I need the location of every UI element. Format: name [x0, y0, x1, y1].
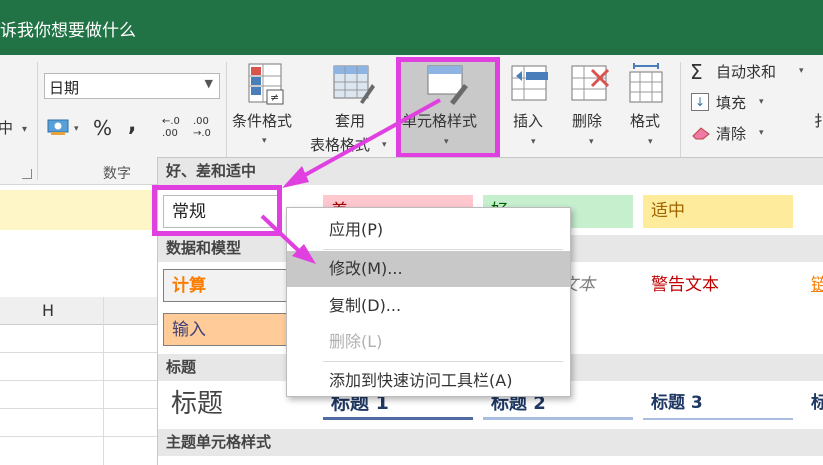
arrow-to-modify — [260, 214, 302, 254]
arrow-to-normal — [295, 98, 441, 182]
arrowhead-icon — [282, 166, 309, 188]
annotation-arrows — [260, 98, 441, 264]
